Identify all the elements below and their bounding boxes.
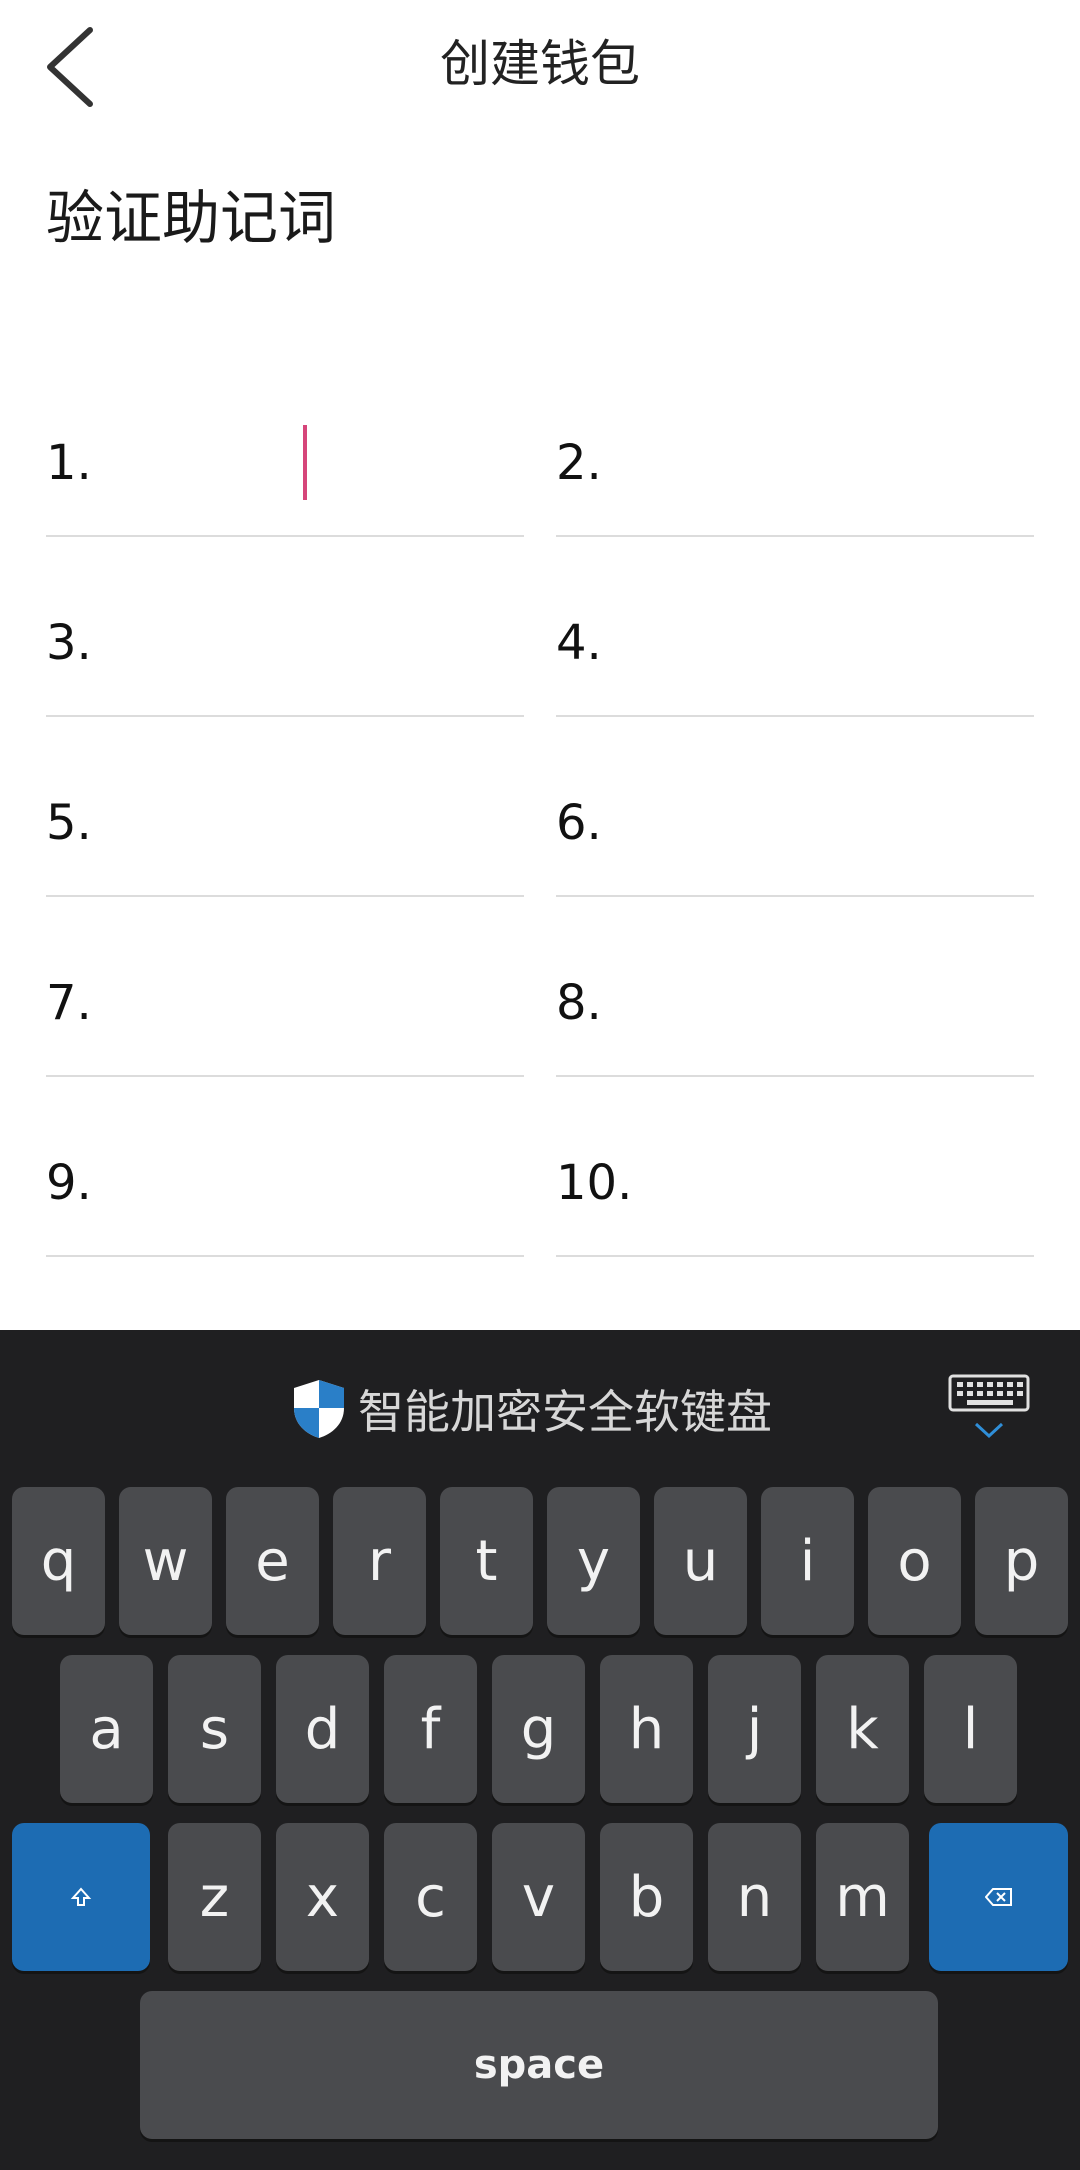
word-input-4[interactable]: 4. bbox=[556, 575, 1034, 717]
word-number: 10. bbox=[556, 1155, 633, 1211]
shift-icon bbox=[70, 1887, 92, 1906]
page-title: 创建钱包 bbox=[440, 35, 640, 93]
keyboard-title-bar: 智能加密安全软键盘 bbox=[0, 1330, 1080, 1480]
word-input-7[interactable]: 7. bbox=[46, 935, 524, 1077]
word-number: 3. bbox=[46, 615, 92, 671]
word-number: 9. bbox=[46, 1155, 92, 1211]
keyboard-title: 智能加密安全软键盘 bbox=[290, 1374, 772, 1444]
word-number: 8. bbox=[556, 975, 602, 1031]
key-n[interactable]: n bbox=[708, 1823, 801, 1971]
word-input-9[interactable]: 9. bbox=[46, 1115, 524, 1257]
shift-key[interactable] bbox=[12, 1823, 150, 1971]
key-h[interactable]: h bbox=[600, 1655, 693, 1803]
word-input-2[interactable]: 2. bbox=[556, 395, 1034, 537]
key-f[interactable]: f bbox=[384, 1655, 477, 1803]
word-input-3[interactable]: 3. bbox=[46, 575, 524, 717]
key-y[interactable]: y bbox=[547, 1487, 640, 1635]
app-header: 创建钱包 bbox=[0, 0, 1080, 130]
key-t[interactable]: t bbox=[440, 1487, 533, 1635]
key-l[interactable]: l bbox=[924, 1655, 1017, 1803]
space-key[interactable]: space bbox=[140, 1991, 938, 2139]
word-input-5[interactable]: 5. bbox=[46, 755, 524, 897]
word-input-1[interactable]: 1. bbox=[46, 395, 524, 537]
key-p[interactable]: p bbox=[975, 1487, 1068, 1635]
key-k[interactable]: k bbox=[816, 1655, 909, 1803]
word-number: 7. bbox=[46, 975, 92, 1031]
word-number: 1. bbox=[46, 435, 92, 491]
key-x[interactable]: x bbox=[276, 1823, 369, 1971]
key-g[interactable]: g bbox=[492, 1655, 585, 1803]
keyboard-title-text: 智能加密安全软键盘 bbox=[358, 1385, 772, 1439]
key-s[interactable]: s bbox=[168, 1655, 261, 1803]
key-c[interactable]: c bbox=[384, 1823, 477, 1971]
keyboard-hide-icon[interactable] bbox=[948, 1374, 1032, 1446]
word-number: 2. bbox=[556, 435, 602, 491]
key-u[interactable]: u bbox=[654, 1487, 747, 1635]
key-b[interactable]: b bbox=[600, 1823, 693, 1971]
key-j[interactable]: j bbox=[708, 1655, 801, 1803]
word-number: 5. bbox=[46, 795, 92, 851]
key-w[interactable]: w bbox=[119, 1487, 212, 1635]
key-e[interactable]: e bbox=[226, 1487, 319, 1635]
secure-keyboard: 智能加密安全软键盘 q w e r t y u i o p a s d f g … bbox=[0, 1330, 1080, 2170]
backspace-key[interactable] bbox=[929, 1823, 1068, 1971]
key-q[interactable]: q bbox=[12, 1487, 105, 1635]
word-input-8[interactable]: 8. bbox=[556, 935, 1034, 1077]
key-z[interactable]: z bbox=[168, 1823, 261, 1971]
word-number: 4. bbox=[556, 615, 602, 671]
key-r[interactable]: r bbox=[333, 1487, 426, 1635]
word-input-6[interactable]: 6. bbox=[556, 755, 1034, 897]
word-input-10[interactable]: 10. bbox=[556, 1115, 1034, 1257]
shield-icon bbox=[294, 1380, 344, 1438]
text-cursor bbox=[303, 425, 307, 500]
key-i[interactable]: i bbox=[761, 1487, 854, 1635]
word-number: 6. bbox=[556, 795, 602, 851]
backspace-icon bbox=[984, 1888, 1012, 1906]
key-d[interactable]: d bbox=[276, 1655, 369, 1803]
key-o[interactable]: o bbox=[868, 1487, 961, 1635]
section-title: 验证助记词 bbox=[46, 184, 337, 252]
key-m[interactable]: m bbox=[816, 1823, 909, 1971]
key-v[interactable]: v bbox=[492, 1823, 585, 1971]
key-a[interactable]: a bbox=[60, 1655, 153, 1803]
